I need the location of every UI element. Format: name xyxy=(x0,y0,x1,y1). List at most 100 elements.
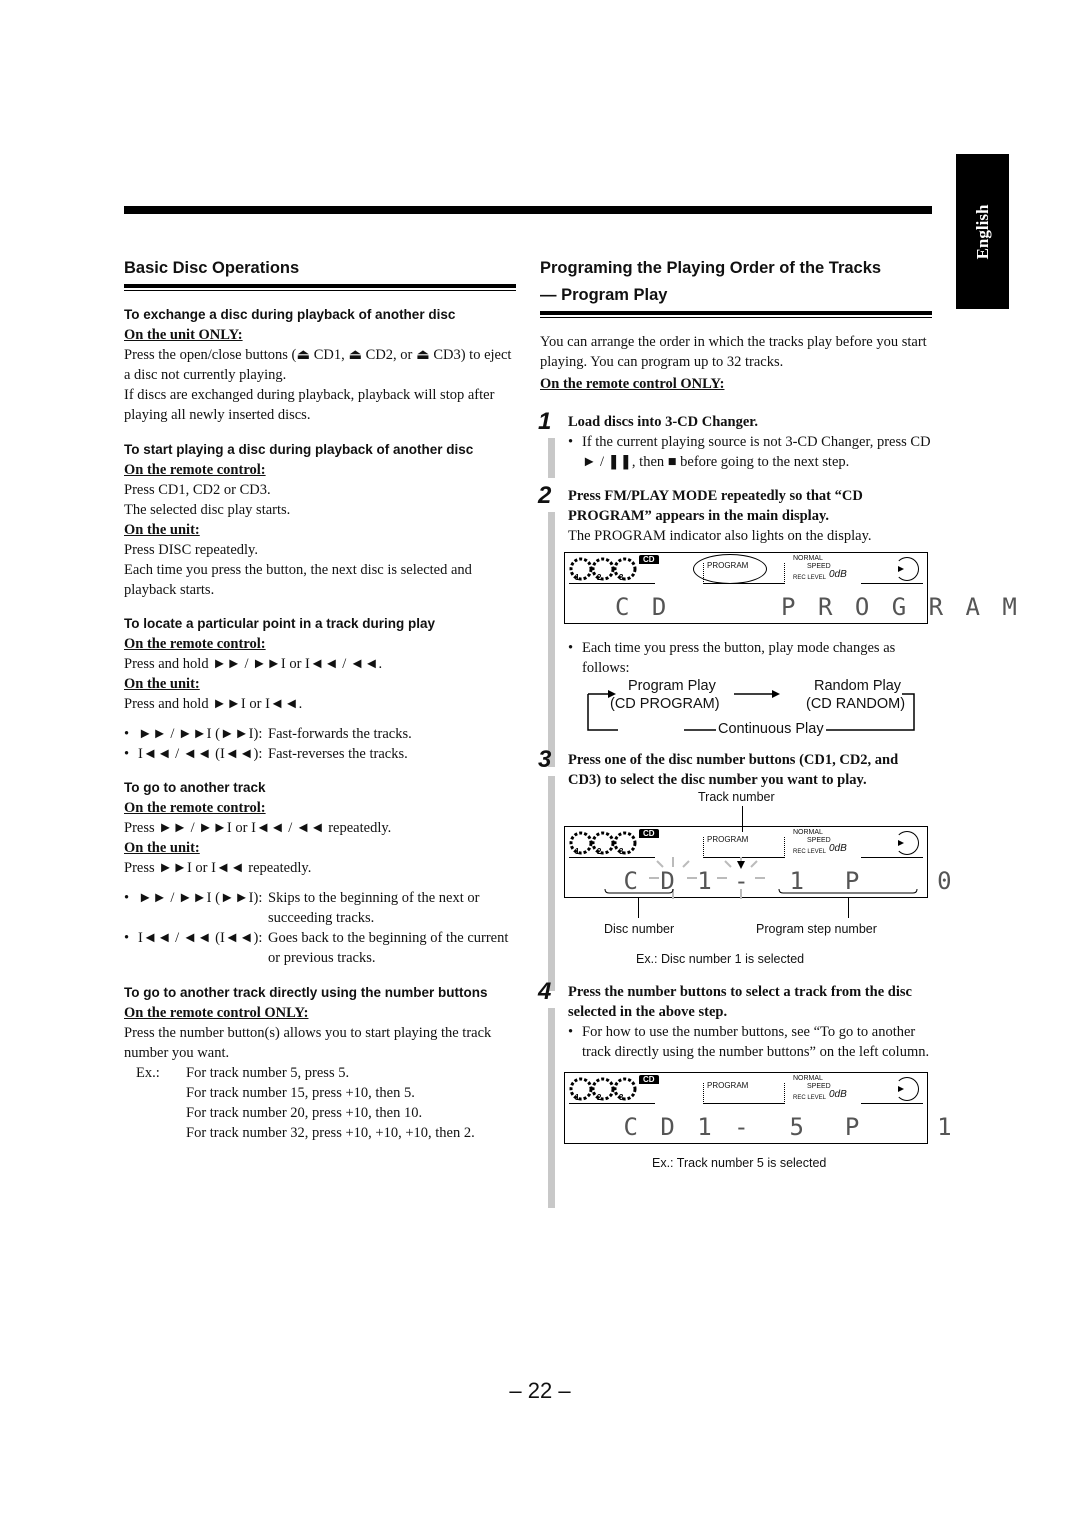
step-bullet: • For how to use the number buttons, see … xyxy=(568,1022,932,1062)
step4-caption: Ex.: Track number 5 is selected xyxy=(652,1156,827,1170)
svg-text:2: 2 xyxy=(597,573,602,581)
step3-caption: Ex.: Disc number 1 is selected xyxy=(636,952,805,966)
play-mode-cycle-diagram: Program Play (CD PROGRAM) Random Play (C… xyxy=(584,678,924,740)
step-title: Press the number buttons to select a tra… xyxy=(568,984,912,1020)
rec-level-indicator: REC LEVEL xyxy=(793,575,827,581)
program-step-number-label: Program step number xyxy=(756,922,877,936)
example-text: For track number 20, press +10, then 10. xyxy=(186,1105,423,1121)
program-indicator: PROGRAM xyxy=(707,1081,749,1090)
step-bar xyxy=(548,1008,555,1208)
step-4: 4 Press the number buttons to select a t… xyxy=(538,978,952,1208)
program-where: On the remote control ONLY: xyxy=(540,376,725,392)
section-title-basic-disc: Basic Disc Operations xyxy=(124,259,300,277)
bullet-text: Fast-reverses the tracks. xyxy=(268,746,408,762)
bullet-text: Skips to the beginning of the next or su… xyxy=(268,890,480,926)
locate-section: To locate a particular point in a track … xyxy=(124,614,516,764)
direct-p1: Press the number button(s) allows you to… xyxy=(124,1025,492,1061)
locate-unit-l1: Press and hold ►►I or I◄◄. xyxy=(124,696,303,712)
step-body: The PROGRAM indicator also lights on the… xyxy=(568,528,872,544)
label-pointers xyxy=(568,898,932,920)
language-tab: English xyxy=(956,154,1009,309)
lcd-display-disc-select: 1 2 3 CD PROGRAM NORMAL SPEED REC LEVEL … xyxy=(564,826,952,899)
direct-heading: To go to another track directly using th… xyxy=(124,985,488,1000)
start-unit-l2: Each time you press the button, the next… xyxy=(124,562,472,598)
another-unit-l1: Press ►►I or I◄◄ repeatedly. xyxy=(124,860,312,876)
step-title: Press one of the disc number buttons (CD… xyxy=(568,752,899,788)
dial-icon xyxy=(895,557,919,581)
another-remote-l1: Press ►► / ►►I or I◄◄ / ◄◄ repeatedly. xyxy=(124,820,392,836)
top-rule xyxy=(124,206,932,214)
ex-label: Ex.: xyxy=(136,1065,160,1081)
another-bullet: • I◄◄ / ◄◄ (I◄◄): Goes back to the beginni… xyxy=(124,928,516,968)
step-number: 1 xyxy=(538,408,552,435)
section-rule xyxy=(124,284,516,291)
step-bullet: • Each time you press the button, play mo… xyxy=(568,638,932,678)
exchange-heading: To exchange a disc during playback of an… xyxy=(124,307,456,322)
mode-program-sub: (CD PROGRAM) xyxy=(610,696,720,712)
locate-heading: To locate a particular point in a track … xyxy=(124,616,436,631)
mode-random-play: Random Play xyxy=(814,678,902,694)
db-indicator: 0dB xyxy=(829,1089,847,1100)
exchange-p2: If discs are exchanged during playback, … xyxy=(124,387,495,423)
lcd-display-track-select: 1 2 3 CD PROGRAM NORMAL SPEED REC LEVEL … xyxy=(564,1072,952,1144)
example-row: For track number 20, press +10, then 10. xyxy=(124,1103,516,1123)
locate-bullet: • I◄◄ / ◄◄ (I◄◄): Fast-reverses the tracks… xyxy=(124,746,408,762)
normal-indicator: NORMAL xyxy=(793,555,823,562)
step-number: 4 xyxy=(538,978,552,1005)
step-3: 3 Press one of the disc number buttons (… xyxy=(538,746,952,991)
example-row: For track number 15, press +10, then 5. xyxy=(124,1083,516,1103)
exchange-p1: Press the open/close buttons (⏏ CD1, ⏏ C… xyxy=(124,347,512,383)
step-2: 2 Press FM/PLAY MODE repeatedly so that … xyxy=(538,482,1017,767)
another-remote-label: On the remote control: xyxy=(124,800,266,816)
rec-level-indicator: REC LEVEL xyxy=(793,1095,827,1101)
db-indicator: 0dB xyxy=(829,569,847,580)
example-row: For track number 32, press +10, +10, +10… xyxy=(124,1123,516,1143)
bullet-text: If the current playing source is not 3-C… xyxy=(582,434,931,470)
another-section: To go to another track On the remote con… xyxy=(124,778,516,968)
lcd-display-program: 1 2 3 CD PROGRAM NORMAL SPEED REC LEVEL … xyxy=(564,552,1017,624)
step-bullet: • If the current playing source is not 3-… xyxy=(568,434,931,470)
mode-continuous-play: Continuous Play xyxy=(716,721,826,737)
lcd-labels: Disc number Program step number xyxy=(568,920,932,940)
direct-where: On the remote control ONLY: xyxy=(124,1005,309,1021)
locate-remote-l1: Press and hold ►► / ►►I or I◄◄ / ◄◄. xyxy=(124,656,383,672)
mode-program-play: Program Play xyxy=(628,678,716,694)
bullet-label: I◄◄ / ◄◄ (I◄◄): xyxy=(138,930,263,946)
mode-random-sub: (CD RANDOM) xyxy=(806,696,906,712)
language-label: English xyxy=(972,204,992,259)
svg-text:3: 3 xyxy=(619,573,624,581)
another-unit-label: On the unit: xyxy=(124,840,200,856)
normal-indicator: NORMAL xyxy=(793,1075,823,1082)
svg-text:1: 1 xyxy=(575,1093,580,1101)
step-title: Load discs into 3-CD Changer. xyxy=(568,414,759,430)
cd-badge: CD xyxy=(639,555,659,564)
start-section: To start playing a disc during playback … xyxy=(124,439,516,600)
bullet-text: Fast-forwards the tracks. xyxy=(268,726,412,742)
example-text: For track number 15, press +10, then 5. xyxy=(186,1085,415,1101)
bullet-text: Goes back to the beginning of the curren… xyxy=(268,930,509,966)
start-remote-l2: The selected disc play starts. xyxy=(124,502,291,518)
locate-remote-label: On the remote control: xyxy=(124,636,266,652)
locate-bullet: • ►► / ►►I (►►I): Fast-forwards the tracks… xyxy=(124,726,412,742)
program-indicator: PROGRAM xyxy=(707,561,749,570)
example-text: For track number 5, press 5. xyxy=(186,1065,350,1081)
cd-badge: CD xyxy=(639,1075,659,1084)
exchange-section: To exchange a disc during playback of an… xyxy=(124,305,516,425)
track-pointer xyxy=(568,806,932,832)
another-bullet: • ►► / ►►I (►►I): Skips to the beginning o… xyxy=(124,888,516,928)
step-number: 2 xyxy=(538,482,552,509)
blink-burst-icon xyxy=(604,857,918,899)
program-intro: You can arrange the order in which the t… xyxy=(540,334,927,370)
track-number-label: Track number xyxy=(698,790,775,804)
step-bar xyxy=(548,776,555,991)
locate-unit-label: On the unit: xyxy=(124,676,200,692)
dial-icon xyxy=(895,1077,919,1101)
bullet-label: ►► / ►►I (►►I): xyxy=(138,726,263,742)
step-bar xyxy=(548,438,555,478)
bullet-text: Each time you press the button, play mod… xyxy=(582,640,896,676)
bullet-label: I◄◄ / ◄◄ (I◄◄): xyxy=(138,746,263,762)
example-row: Ex.: For track number 5, press 5. xyxy=(124,1063,516,1083)
section-title-program-l1: Programing the Playing Order of the Trac… xyxy=(540,259,882,277)
step-number: 3 xyxy=(538,746,552,773)
start-remote-label: On the remote control: xyxy=(124,462,266,478)
